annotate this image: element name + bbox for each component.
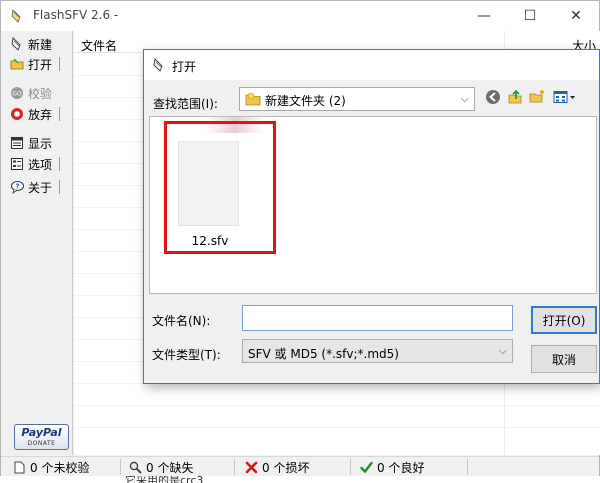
toolbar-display-button[interactable]: 显示 <box>9 133 65 153</box>
status-good: 0 个良好 <box>358 459 468 475</box>
filetype-value: SFV 或 MD5 (*.sfv;*.md5) <box>248 347 399 361</box>
file-icon <box>13 461 26 474</box>
filename-input[interactable] <box>242 305 513 331</box>
toolbar-display-label: 显示 <box>28 136 53 151</box>
new-folder-button[interactable] <box>528 89 546 107</box>
chevron-down-icon: ⌵ <box>498 344 507 357</box>
toolbar-separator <box>59 157 60 171</box>
minimize-icon: — <box>477 8 491 24</box>
list-row-line <box>74 427 600 428</box>
toolbar-open-button[interactable]: 打开 <box>9 54 65 74</box>
view-list-icon <box>553 90 577 107</box>
close-button[interactable]: ✕ <box>553 1 599 31</box>
status-good-text: 0 个良好 <box>377 460 425 475</box>
dialog-titlebar: 打开 <box>144 50 599 80</box>
toolbar-about-label: 关于 <box>28 180 53 195</box>
status-bad-text: 0 个损坏 <box>262 460 310 475</box>
svg-text:GO: GO <box>12 91 22 98</box>
up-folder-icon <box>507 89 524 108</box>
magnifier-icon <box>129 461 142 474</box>
up-folder-button[interactable] <box>506 89 524 107</box>
cancel-button[interactable]: 取消 <box>531 345 597 373</box>
toolbar-options-label: 选项 <box>28 157 53 172</box>
caption-text: 它采用的是crc3 <box>125 476 204 483</box>
back-button[interactable] <box>484 89 502 107</box>
lookin-dropdown[interactable]: 新建文件夹 (2) ⌵ <box>239 87 475 111</box>
status-missing: 0 个缺失 <box>127 459 235 475</box>
column-filename[interactable]: 文件名 <box>81 37 117 54</box>
toolbar-separator <box>59 57 60 71</box>
back-arrow-icon <box>485 89 501 108</box>
toolbar-about-button[interactable]: ? 关于 <box>9 177 65 197</box>
toolbar-options-button[interactable]: 选项 <box>9 154 65 174</box>
toolbar-new-label: 新建 <box>28 37 53 52</box>
status-unchecked-text: 0 个未校验 <box>30 460 90 475</box>
display-icon <box>9 135 25 151</box>
toolbar-abort-label: 放弃 <box>28 107 53 122</box>
maximize-icon: ☐ <box>523 8 537 24</box>
filetype-dropdown[interactable]: SFV 或 MD5 (*.sfv;*.md5) ⌵ <box>242 339 513 363</box>
app-icon <box>10 9 24 23</box>
toolbar-verify-button[interactable]: GO 校验 <box>9 83 65 103</box>
toolbar-abort-button[interactable]: 放弃 <box>9 104 65 124</box>
paypal-logo: PayPal <box>21 426 62 439</box>
file-highlight-box <box>164 121 276 254</box>
new-icon <box>9 36 25 52</box>
file-browser-area[interactable]: 12.sfv <box>149 116 597 294</box>
open-dialog: 打开 查找范围(I): 新建文件夹 (2) ⌵ 12.sfv 文件名(N): 文… <box>143 49 600 384</box>
paypal-donate-button[interactable]: PayPal DONATE <box>14 424 69 450</box>
paypal-donate-label: DONATE <box>27 440 56 447</box>
close-icon: ✕ <box>570 8 582 24</box>
new-folder-icon <box>529 89 546 108</box>
error-x-icon <box>245 461 258 474</box>
status-bar: 0 个未校验 0 个缺失 0 个损坏 0 个良好 <box>1 456 599 476</box>
toolbar-separator <box>59 180 60 194</box>
verify-icon: GO <box>9 85 25 101</box>
toolbar-open-label: 打开 <box>28 57 53 72</box>
dialog-app-icon <box>152 58 166 72</box>
open-button[interactable]: 打开(O) <box>531 306 597 334</box>
toolbar-verify-label: 校验 <box>28 86 53 101</box>
toolbar-separator <box>59 107 60 121</box>
options-icon <box>9 156 25 172</box>
status-unchecked: 0 个未校验 <box>11 459 121 475</box>
folder-icon <box>245 91 261 107</box>
dialog-title: 打开 <box>172 60 197 74</box>
about-icon: ? <box>9 179 25 195</box>
chevron-down-icon: ⌵ <box>460 92 469 105</box>
svg-text:?: ? <box>15 183 19 191</box>
lookin-value: 新建文件夹 (2) <box>265 94 346 108</box>
check-icon <box>360 461 373 474</box>
view-menu-button[interactable] <box>552 89 578 107</box>
open-icon <box>9 56 25 72</box>
lookin-label: 查找范围(I): <box>153 97 218 111</box>
abort-icon <box>9 106 25 122</box>
status-bad: 0 个损坏 <box>243 459 351 475</box>
list-row-line <box>74 405 600 406</box>
titlebar: FlashSFV 2.6 - — ☐ ✕ <box>1 1 599 31</box>
maximize-button[interactable]: ☐ <box>507 1 553 31</box>
window-title: FlashSFV 2.6 - <box>33 8 119 22</box>
filename-label: 文件名(N): <box>152 314 211 328</box>
status-missing-text: 0 个缺失 <box>146 460 194 475</box>
minimize-button[interactable]: — <box>461 1 507 31</box>
filetype-label: 文件类型(T): <box>152 348 221 362</box>
toolbar-sidebar: 新建 打开 GO 校验 放弃 显示 选项 ? 关于 <box>1 31 73 455</box>
toolbar-new-button[interactable]: 新建 <box>9 34 65 54</box>
